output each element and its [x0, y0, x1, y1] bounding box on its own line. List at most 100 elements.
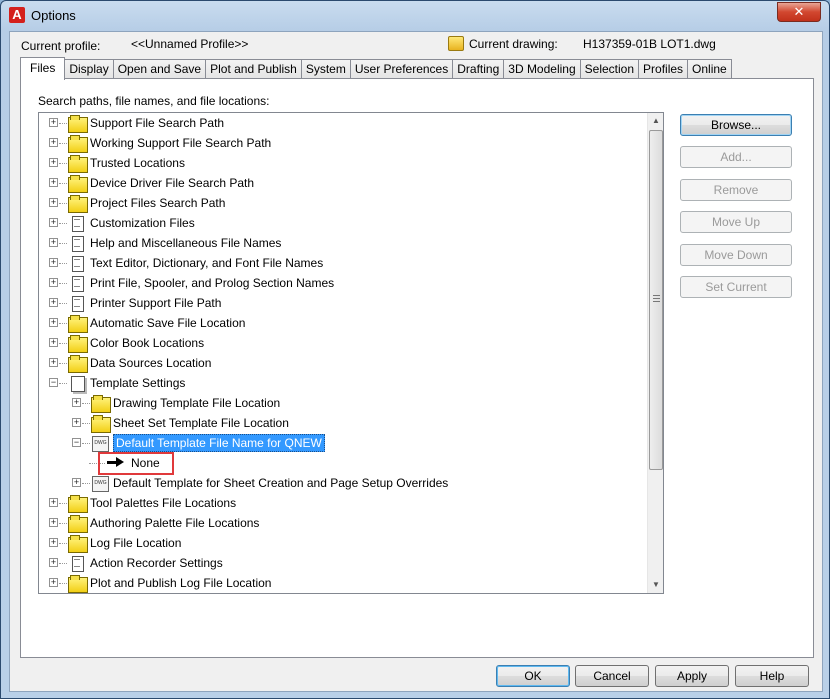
tree-item[interactable]: − Template Settings — [39, 373, 647, 393]
tab-profiles[interactable]: Profiles — [638, 59, 689, 80]
tree-connector — [59, 363, 67, 364]
tree-item[interactable]: + Print File, Spooler, and Prolog Section… — [39, 273, 647, 293]
tree-item[interactable]: + Working Support File Search Path — [39, 133, 647, 153]
tree-item[interactable]: + Default Template for Sheet Creation and… — [39, 473, 647, 493]
apply-button[interactable]: Apply — [655, 665, 729, 687]
expand-plus-icon[interactable]: + — [49, 218, 58, 227]
tree-item[interactable]: + Trusted Locations — [39, 153, 647, 173]
expand-plus-icon[interactable]: + — [49, 338, 58, 347]
tree-item[interactable]: + Printer Support File Path — [39, 293, 647, 313]
file-locations-tree[interactable]: + Support File Search Path + Working Suppor… — [38, 112, 664, 594]
folder-icon — [91, 415, 111, 433]
document-icon — [68, 235, 86, 252]
expand-plus-icon[interactable]: + — [49, 578, 58, 587]
tree-item[interactable]: + Color Book Locations — [39, 333, 647, 353]
tree-item[interactable]: + Customization Files — [39, 213, 647, 233]
collapse-minus-icon[interactable]: − — [49, 378, 58, 387]
expand-plus-icon[interactable]: + — [72, 478, 81, 487]
tab-open-and-save[interactable]: Open and Save — [112, 59, 207, 80]
tab-user-preferences[interactable]: User Preferences — [349, 59, 454, 80]
tree-item[interactable]: + Authoring Palette File Locations — [39, 513, 647, 533]
expand-plus-icon[interactable]: + — [49, 358, 58, 367]
tree-rows: + Support File Search Path + Working Suppor… — [39, 113, 647, 593]
tree-item[interactable]: + Tool Palettes File Locations — [39, 493, 647, 513]
folder-icon — [68, 155, 88, 173]
expand-plus-icon[interactable]: + — [49, 518, 58, 527]
expand-plus-icon[interactable]: + — [49, 198, 58, 207]
tab-selection[interactable]: Selection — [579, 59, 640, 80]
files-tab-panel: Search paths, file names, and file locat… — [20, 78, 814, 658]
tree-item[interactable]: + Device Driver File Search Path — [39, 173, 647, 193]
expand-plus-icon[interactable]: + — [49, 298, 58, 307]
tab-strip: Files Display Open and Save Plot and Pub… — [20, 57, 732, 80]
help-button[interactable]: Help — [735, 665, 809, 687]
tab-plot-and-publish[interactable]: Plot and Publish — [205, 59, 302, 80]
tree-item-label: Color Book Locations — [90, 336, 205, 350]
tab-files[interactable]: Files — [20, 57, 66, 80]
scroll-down-arrow-icon[interactable]: ▼ — [648, 577, 663, 593]
folder-icon — [91, 395, 111, 413]
folder-icon — [68, 575, 88, 593]
collapse-minus-icon[interactable]: − — [72, 438, 81, 447]
move-down-button[interactable]: Move Down — [680, 244, 792, 266]
expand-plus-icon[interactable]: + — [49, 158, 58, 167]
tree-item-label: Support File Search Path — [90, 116, 225, 130]
close-button[interactable]: ✕ — [777, 2, 821, 22]
folder-icon — [68, 115, 88, 133]
tree-item[interactable]: + Plot and Publish Log File Location — [39, 573, 647, 593]
expand-plus-icon[interactable]: + — [49, 138, 58, 147]
autocad-logo-icon: A — [9, 7, 25, 23]
tree-item[interactable]: − Default Template File Name for QNEW — [39, 433, 647, 453]
expand-plus-icon[interactable]: + — [49, 558, 58, 567]
tree-connector — [82, 443, 90, 444]
tree-item-label: Working Support File Search Path — [90, 136, 272, 150]
remove-button[interactable]: Remove — [680, 179, 792, 201]
tree-vertical-scrollbar[interactable]: ▲ ▼ — [647, 113, 663, 593]
tree-connector — [59, 183, 67, 184]
dwg-file-icon — [91, 475, 109, 492]
tree-item-label: Help and Miscellaneous File Names — [90, 236, 282, 250]
set-current-button[interactable]: Set Current — [680, 276, 792, 298]
tab-drafting[interactable]: Drafting — [452, 59, 505, 80]
tree-item[interactable]: + Action Recorder Settings — [39, 553, 647, 573]
folder-icon — [68, 495, 88, 513]
expand-plus-icon[interactable]: + — [49, 238, 58, 247]
add-button[interactable]: Add... — [680, 146, 792, 168]
tree-connector — [59, 563, 67, 564]
tree-item-label: Print File, Spooler, and Prolog Section … — [90, 276, 335, 290]
tree-item[interactable]: + Text Editor, Dictionary, and Font File … — [39, 253, 647, 273]
scroll-up-arrow-icon[interactable]: ▲ — [648, 113, 663, 129]
tree-item[interactable]: + Log File Location — [39, 533, 647, 553]
tab-system[interactable]: System — [300, 59, 351, 80]
browse-button[interactable]: Browse... — [680, 114, 792, 136]
scrollbar-thumb[interactable] — [649, 130, 663, 470]
tree-item[interactable]: + Project Files Search Path — [39, 193, 647, 213]
ok-button[interactable]: OK — [496, 665, 570, 687]
tree-item[interactable]: + Data Sources Location — [39, 353, 647, 373]
tree-item-label: Authoring Palette File Locations — [90, 516, 260, 530]
expand-plus-icon[interactable]: + — [72, 418, 81, 427]
tab-online[interactable]: Online — [687, 59, 732, 80]
move-up-button[interactable]: Move Up — [680, 211, 792, 233]
expand-plus-icon[interactable]: + — [49, 278, 58, 287]
cancel-button[interactable]: Cancel — [575, 665, 649, 687]
expand-plus-icon[interactable]: + — [49, 318, 58, 327]
expand-plus-icon[interactable]: + — [72, 398, 81, 407]
title-bar[interactable]: A Options ✕ — [1, 1, 829, 31]
tree-item[interactable]: + Support File Search Path — [39, 113, 647, 133]
expand-plus-icon[interactable]: + — [49, 118, 58, 127]
dwg-file-icon — [91, 435, 109, 452]
expand-plus-icon[interactable]: + — [49, 258, 58, 267]
expand-plus-icon[interactable]: + — [49, 538, 58, 547]
tab-display[interactable]: Display — [64, 59, 114, 80]
tree-item[interactable]: + Help and Miscellaneous File Names — [39, 233, 647, 253]
tree-item[interactable]: + Sheet Set Template File Location — [39, 413, 647, 433]
expand-plus-icon[interactable]: + — [49, 498, 58, 507]
tab-3d-modeling[interactable]: 3D Modeling — [503, 59, 581, 80]
tree-item-label: Project Files Search Path — [90, 196, 226, 210]
tree-item[interactable]: + Drawing Template File Location — [39, 393, 647, 413]
window-title: Options — [31, 8, 76, 23]
current-profile-label: Current profile: — [21, 39, 101, 53]
expand-plus-icon[interactable]: + — [49, 178, 58, 187]
tree-item[interactable]: + Automatic Save File Location — [39, 313, 647, 333]
